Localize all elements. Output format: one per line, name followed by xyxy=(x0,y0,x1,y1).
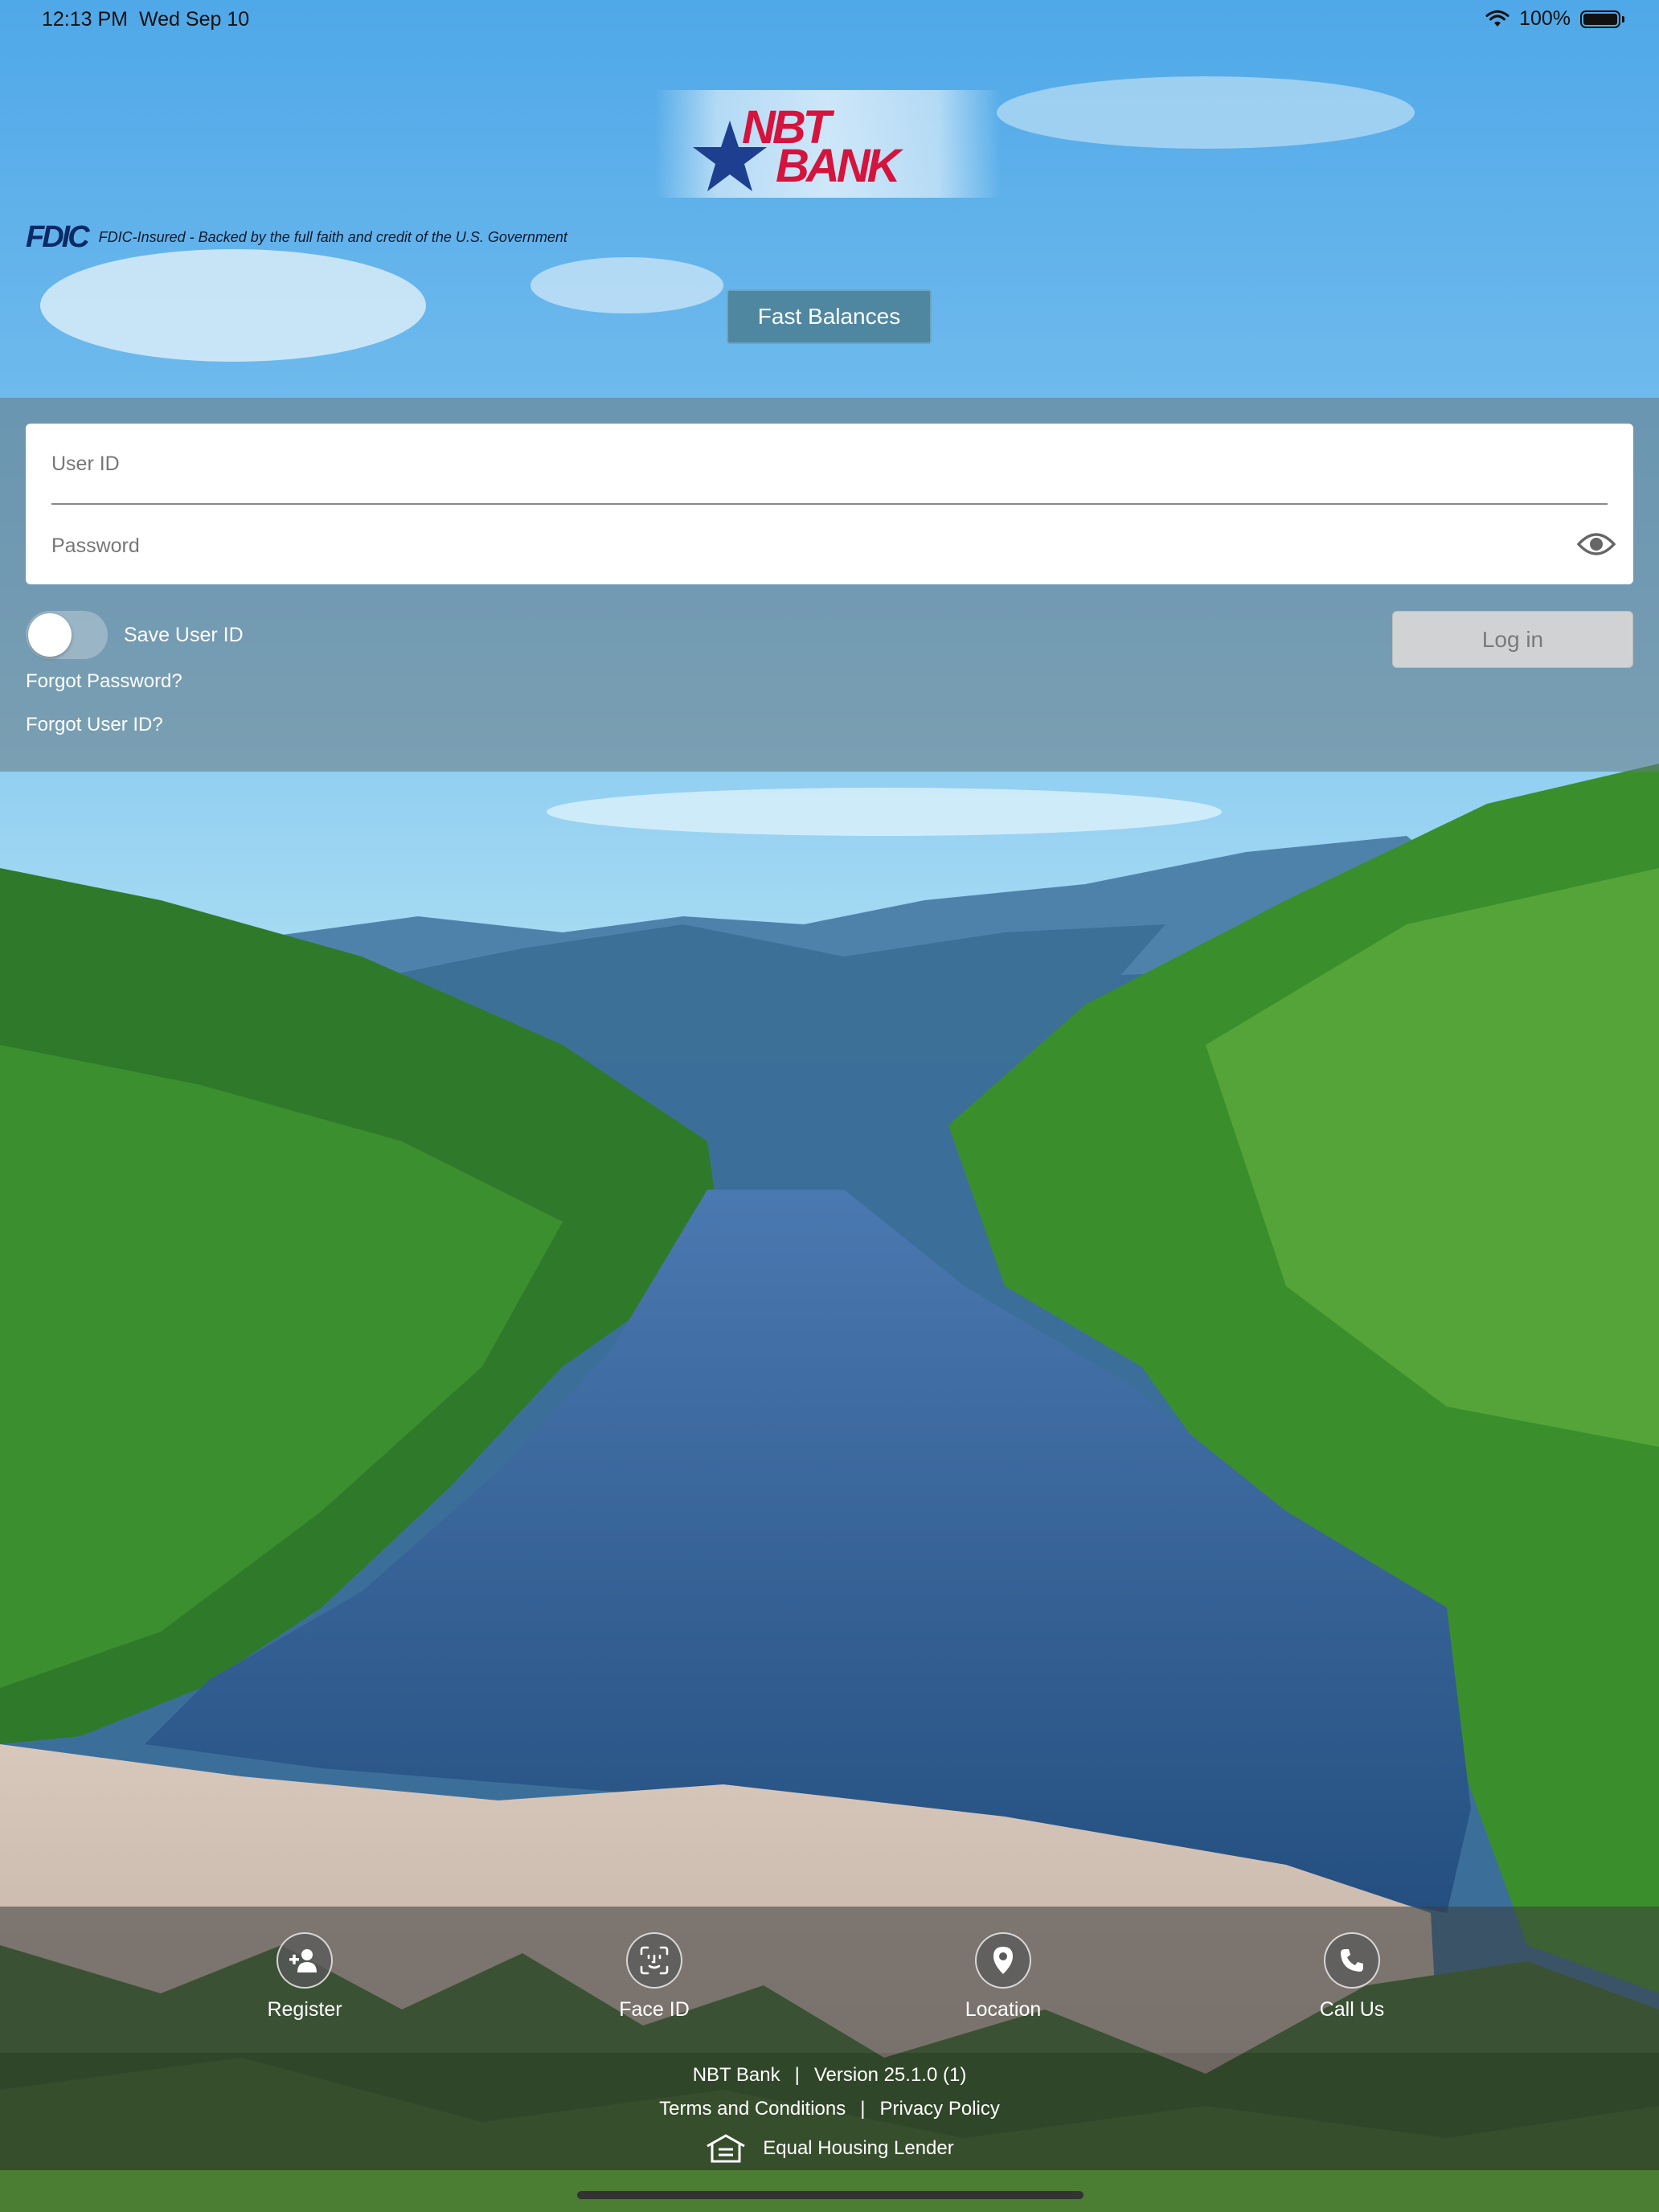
footer-version-line: NBT Bank | Version 25.1.0 (1) xyxy=(0,2064,1659,2087)
equal-housing-label: Equal Housing Lender xyxy=(763,2137,954,2159)
face-id-icon xyxy=(626,1932,682,1989)
forgot-password-link[interactable]: Forgot Password? xyxy=(26,670,182,693)
call-us-label: Call Us xyxy=(1319,1998,1385,2021)
battery-icon xyxy=(1580,10,1624,28)
save-user-id-label: Save User ID xyxy=(124,624,244,646)
fdic-logo: FDIC xyxy=(26,220,90,254)
credentials-card: User ID Password xyxy=(26,424,1633,584)
forgot-user-id-link[interactable]: Forgot User ID? xyxy=(26,714,163,736)
footer-version: Version 25.1.0 (1) xyxy=(813,2064,967,2086)
fdic-text: FDIC-Insured - Backed by the full faith … xyxy=(98,229,567,245)
wifi-icon xyxy=(1485,10,1509,27)
save-user-id-toggle[interactable] xyxy=(26,611,108,659)
toggle-knob xyxy=(28,613,72,657)
location-pin-icon xyxy=(975,1932,1031,1989)
add-user-icon xyxy=(276,1932,333,1989)
nbt-bank-logo: NBT BANK xyxy=(655,90,1001,198)
password-field[interactable]: Password xyxy=(51,535,1608,558)
footer-bank-name: NBT Bank xyxy=(692,2064,780,2086)
location-button[interactable]: Location xyxy=(923,1932,1083,2022)
call-us-button[interactable]: Call Us xyxy=(1272,1932,1432,2022)
status-date: Wed Sep 10 xyxy=(139,8,250,31)
user-id-field[interactable]: User ID xyxy=(51,453,1608,476)
register-label: Register xyxy=(267,1998,342,2021)
footer-separator: | xyxy=(860,2098,866,2120)
battery-percent: 100% xyxy=(1519,7,1571,30)
field-divider xyxy=(51,503,1608,505)
equal-housing-icon xyxy=(707,2134,745,2163)
logo-line2: BANK xyxy=(776,140,904,192)
fast-balances-button[interactable]: Fast Balances xyxy=(727,289,932,344)
footer-links-line: Terms and Conditions | Privacy Policy xyxy=(0,2098,1659,2120)
phone-icon xyxy=(1324,1932,1380,1989)
face-id-button[interactable]: Face ID xyxy=(574,1932,735,2022)
log-in-button[interactable]: Log in xyxy=(1392,611,1633,668)
status-indicators: 100% xyxy=(1485,7,1624,31)
privacy-policy-link[interactable]: Privacy Policy xyxy=(879,2098,999,2120)
show-password-eye-icon[interactable] xyxy=(1575,526,1617,562)
fdic-notice: FDIC FDIC-Insured - Backed by the full f… xyxy=(26,220,567,255)
footer-separator: | xyxy=(794,2064,800,2086)
status-bar: 12:13 PM Wed Sep 10 100% xyxy=(0,0,1659,39)
status-time: 12:13 PM xyxy=(42,8,129,31)
face-id-label: Face ID xyxy=(619,1998,690,2021)
home-indicator[interactable] xyxy=(577,2191,1083,2199)
terms-and-conditions-link[interactable]: Terms and Conditions xyxy=(659,2098,846,2120)
register-button[interactable]: Register xyxy=(224,1932,385,2022)
equal-housing-line: Equal Housing Lender xyxy=(0,2133,1659,2164)
location-label: Location xyxy=(965,1998,1042,2021)
nbt-bank-logo-mark: NBT BANK xyxy=(693,101,907,192)
